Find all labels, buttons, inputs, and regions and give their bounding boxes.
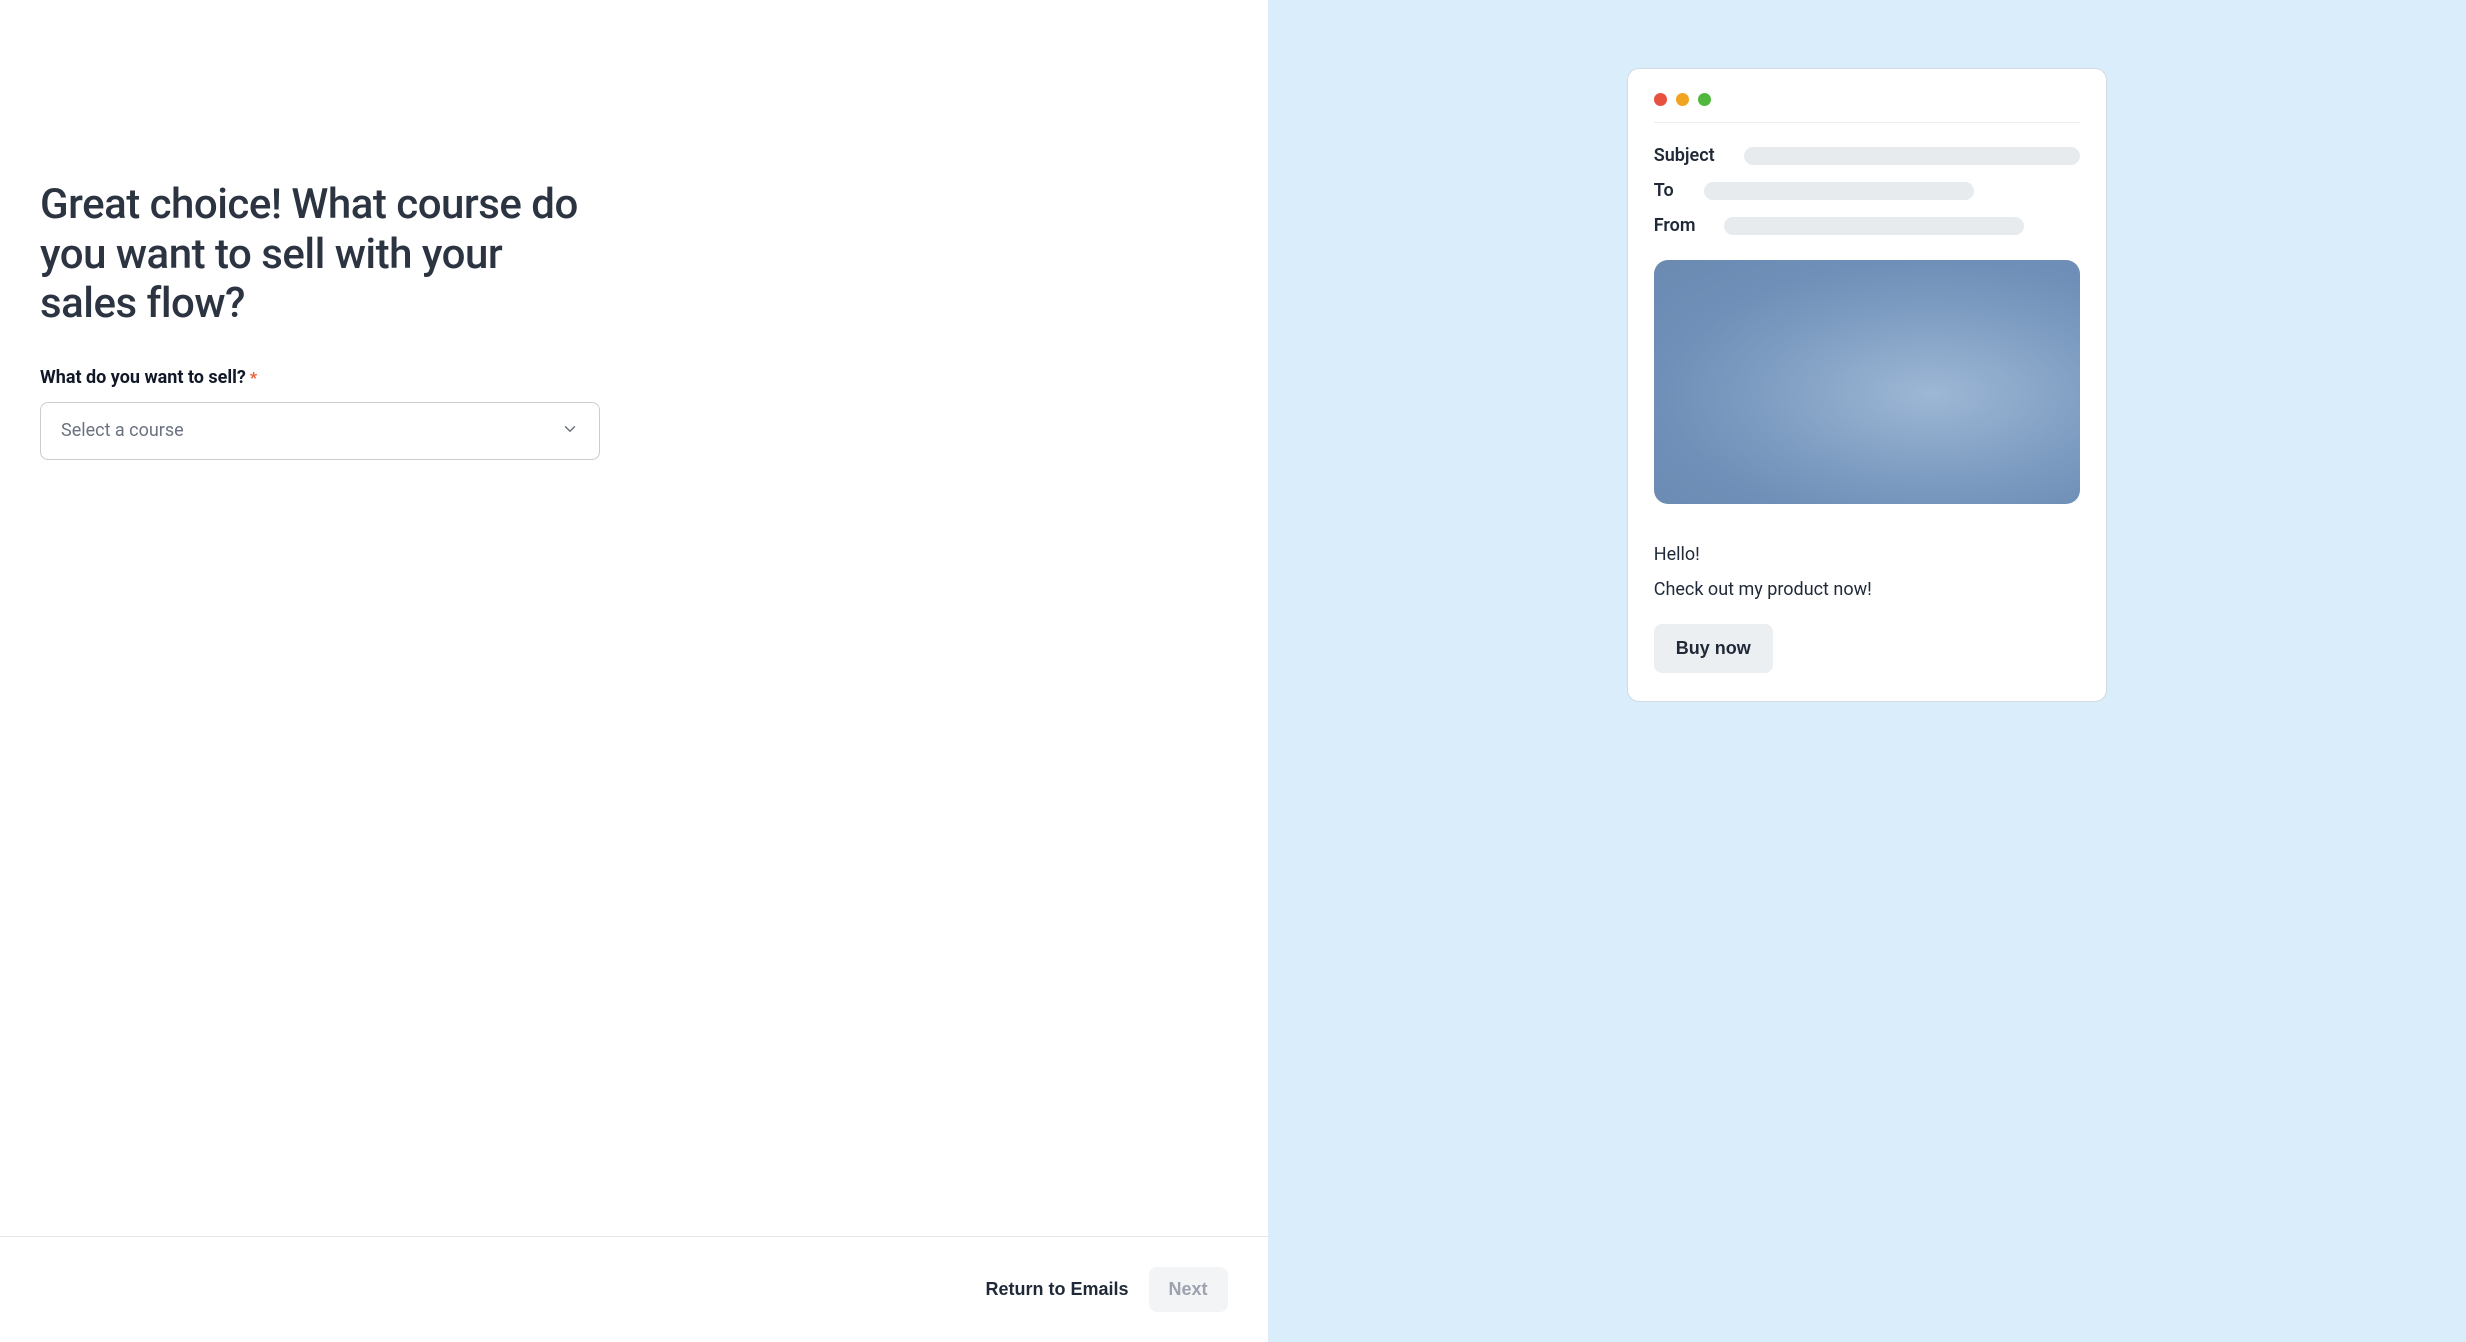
form-panel: Great choice! What course do you want to… <box>0 0 1268 1342</box>
page-title: Great choice! What course do you want to… <box>40 180 600 329</box>
email-subject-label: Subject <box>1654 145 1724 166</box>
next-button[interactable]: Next <box>1149 1267 1228 1312</box>
buy-now-button[interactable]: Buy now <box>1654 624 1773 673</box>
email-body: Hello! Check out my product now! <box>1654 544 2080 600</box>
course-field: What do you want to sell?* Select a cour… <box>40 367 600 460</box>
course-select-placeholder: Select a course <box>61 420 184 441</box>
email-from-placeholder <box>1724 217 2024 235</box>
footer-actions: Return to Emails Next <box>0 1237 1268 1342</box>
page-root: Great choice! What course do you want to… <box>0 0 2466 1342</box>
traffic-light-yellow-icon <box>1676 93 1689 106</box>
return-to-emails-button[interactable]: Return to Emails <box>985 1279 1128 1300</box>
traffic-light-red-icon <box>1654 93 1667 106</box>
email-from-row: From <box>1654 215 2080 236</box>
email-subject-placeholder <box>1744 147 2080 165</box>
email-greeting: Hello! <box>1654 544 2080 565</box>
window-traffic-lights <box>1654 93 2080 123</box>
email-subject-row: Subject <box>1654 145 2080 166</box>
traffic-light-green-icon <box>1698 93 1711 106</box>
email-from-label: From <box>1654 215 1704 236</box>
email-preview-window: Subject To From Hello! Check out my prod… <box>1627 68 2107 702</box>
email-to-placeholder <box>1704 182 1974 200</box>
preview-panel: Subject To From Hello! Check out my prod… <box>1268 0 2466 1342</box>
form-content: Great choice! What course do you want to… <box>0 0 660 1236</box>
course-field-label: What do you want to sell? <box>40 367 246 388</box>
email-body-line: Check out my product now! <box>1654 579 2080 600</box>
course-field-label-row: What do you want to sell?* <box>40 367 600 388</box>
email-hero-image <box>1654 260 2080 504</box>
email-to-label: To <box>1654 180 1684 201</box>
chevron-down-icon <box>561 420 579 442</box>
required-asterisk: * <box>250 368 257 387</box>
email-to-row: To <box>1654 180 2080 201</box>
course-select[interactable]: Select a course <box>40 402 600 460</box>
